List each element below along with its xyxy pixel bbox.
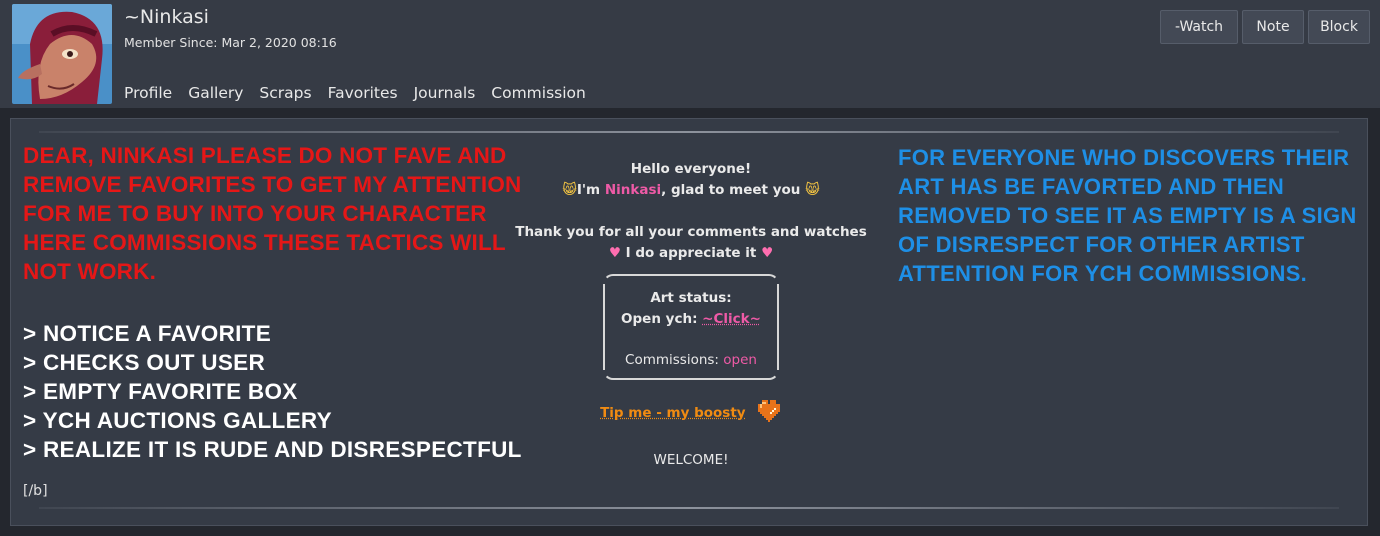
block-button[interactable]: Block bbox=[1308, 10, 1370, 44]
profile-header: ~Ninkasi Member Since: Mar 2, 2020 08:16… bbox=[0, 0, 1380, 108]
open-ych-row: Open ych: ~Click~ bbox=[605, 309, 777, 330]
open-ych-label: Open ych: bbox=[621, 311, 698, 327]
list-item: > REALIZE IT IS RUDE AND DISRESPECTFUL bbox=[23, 437, 522, 462]
art-status-label: Art status: bbox=[650, 290, 732, 306]
bbcode-close-tag: [/b] bbox=[23, 483, 48, 499]
hello-line: Hello everyone! bbox=[630, 161, 752, 177]
welcome-text: WELCOME! bbox=[653, 452, 729, 468]
commissions-label: Commissions: bbox=[625, 352, 719, 368]
nav-profile[interactable]: Profile bbox=[124, 84, 172, 102]
tip-row: Tip me - my boosty bbox=[511, 398, 871, 428]
profile-nav: Profile Gallery Scraps Favorites Journal… bbox=[124, 84, 602, 102]
member-since: Member Since: Mar 2, 2020 08:16 bbox=[124, 35, 337, 50]
blue-notice: FOR EVERYONE WHO DISCOVERS THEIR ART HAS… bbox=[898, 145, 1357, 286]
intro-line: 😸I'm Ninkasi, glad to meet you 😸 bbox=[511, 180, 871, 201]
name-highlight: Ninkasi bbox=[604, 182, 662, 198]
list-item: > YCH AUCTIONS GALLERY bbox=[23, 408, 332, 433]
cat-face-icon: 😸 bbox=[805, 182, 820, 198]
divider-top bbox=[39, 131, 1339, 133]
art-status-box: Art status: Open ych: ~Click~ Commission… bbox=[603, 274, 779, 380]
nav-scraps[interactable]: Scraps bbox=[259, 84, 311, 102]
notice-list: > NOTICE A FAVORITE > CHECKS OUT USER > … bbox=[23, 319, 522, 464]
cat-face-icon: 😸 bbox=[562, 182, 577, 198]
commissions-status-link[interactable]: open bbox=[723, 352, 757, 368]
heart-icon: ♥ bbox=[608, 245, 621, 261]
list-item: > EMPTY FAVORITE BOX bbox=[23, 379, 298, 404]
nav-commission[interactable]: Commission bbox=[491, 84, 586, 102]
divider-bottom bbox=[39, 507, 1339, 509]
appreciate-text: I do appreciate it bbox=[625, 245, 757, 261]
thanks-line: Thank you for all your comments and watc… bbox=[515, 224, 867, 240]
user-avatar[interactable] bbox=[12, 4, 112, 104]
appreciate-line: ♥ I do appreciate it ♥ bbox=[511, 243, 871, 264]
nav-favorites[interactable]: Favorites bbox=[328, 84, 398, 102]
unwatch-button[interactable]: -Watch bbox=[1160, 10, 1238, 44]
intro-prefix: I'm bbox=[576, 182, 605, 198]
red-notice: DEAR, NINKASI PLEASE DO NOT FAVE AND REM… bbox=[23, 143, 522, 284]
open-ych-link[interactable]: ~Click~ bbox=[702, 311, 761, 327]
heart-icon: ♥ bbox=[761, 245, 774, 261]
welcome-card: Hello everyone! 😸I'm Ninkasi, glad to me… bbox=[511, 159, 871, 468]
intro-suffix: , glad to meet you bbox=[661, 182, 801, 198]
commissions-row: Commissions: open bbox=[605, 350, 777, 371]
nav-gallery[interactable]: Gallery bbox=[188, 84, 243, 102]
profile-actions: -Watch Note Block bbox=[1160, 10, 1370, 44]
username: ~Ninkasi bbox=[124, 6, 209, 28]
boosty-tip-link[interactable]: Tip me - my boosty bbox=[600, 405, 746, 421]
profile-description: DEAR, NINKASI PLEASE DO NOT FAVE AND REM… bbox=[10, 118, 1368, 526]
list-item: > NOTICE A FAVORITE bbox=[23, 321, 272, 346]
nav-journals[interactable]: Journals bbox=[414, 84, 476, 102]
list-item: > CHECKS OUT USER bbox=[23, 350, 266, 375]
note-button[interactable]: Note bbox=[1242, 10, 1304, 44]
pixel-heart-icon bbox=[756, 398, 782, 428]
